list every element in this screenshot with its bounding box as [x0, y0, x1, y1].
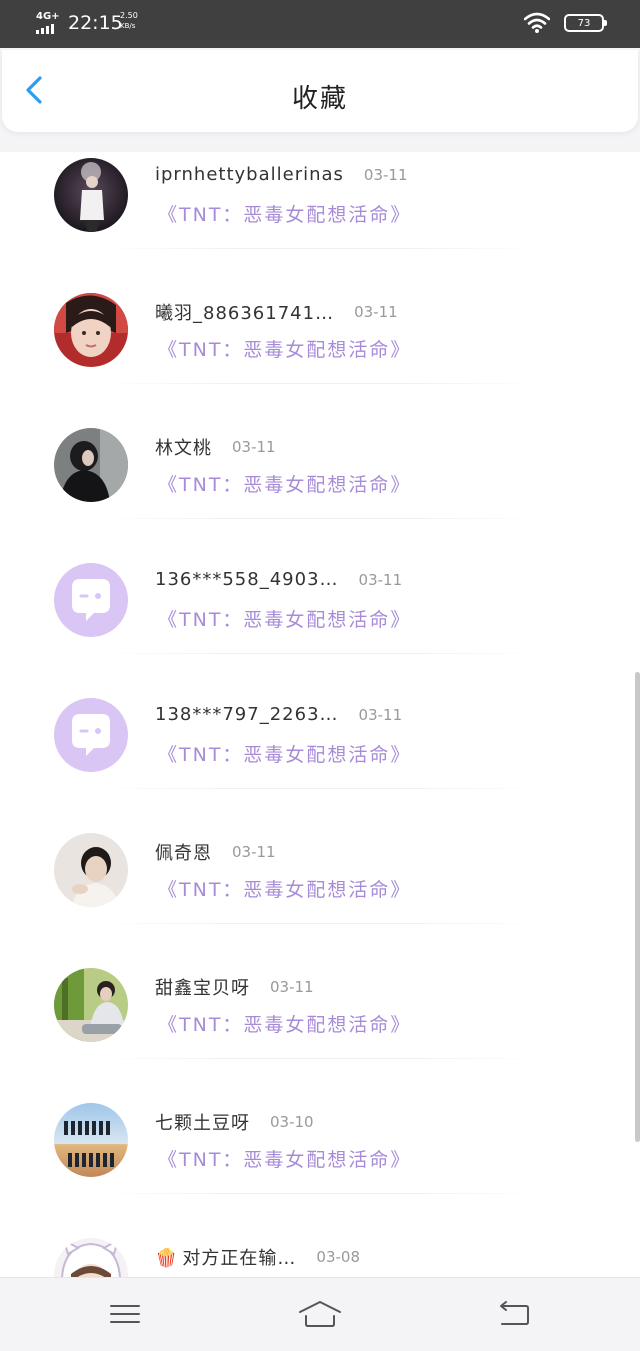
- user-name: 甜鑫宝贝呀: [155, 978, 250, 999]
- avatar: [54, 833, 128, 907]
- scrollbar[interactable]: [635, 672, 640, 1142]
- user-name: iprnhettyballerinas: [155, 164, 344, 185]
- item-header: 佩奇恩 03-11: [155, 839, 276, 865]
- book-title[interactable]: 《TNT：恶毒女配想活命》: [158, 200, 411, 227]
- item-date: 03-11: [358, 705, 403, 724]
- user-name-text: 对方正在输…: [182, 1248, 297, 1269]
- item-date: 03-11: [232, 438, 276, 456]
- avatar: [54, 293, 128, 367]
- item-header: 林文桃 03-11: [155, 434, 276, 460]
- item-header: 曦羽_886361741… 03-11: [155, 299, 398, 325]
- item-date: 03-08: [316, 1248, 361, 1266]
- divider: [100, 248, 540, 249]
- clock: 22:15: [68, 12, 123, 34]
- divider: [100, 653, 540, 654]
- item-header: 🍿 对方正在输… 03-08: [155, 1244, 360, 1270]
- system-nav-bar: [0, 1277, 640, 1351]
- list-item[interactable]: iprnhettyballerinas 03-11 《TNT：恶毒女配想活命》: [0, 152, 640, 287]
- divider: [100, 1058, 540, 1059]
- book-title[interactable]: 《TNT：恶毒女配想活命》: [158, 1010, 411, 1037]
- user-name: 🍿 对方正在输…: [155, 1244, 296, 1270]
- user-name: 曦羽_886361741…: [155, 303, 335, 324]
- item-header: iprnhettyballerinas 03-11: [155, 164, 408, 185]
- item-date: 03-11: [232, 843, 276, 861]
- avatar: [54, 428, 128, 502]
- page-title: 收藏: [291, 84, 348, 114]
- home-icon[interactable]: [298, 1298, 342, 1330]
- item-date: 03-11: [270, 978, 314, 996]
- signal-icon: [36, 24, 54, 34]
- divider: [100, 923, 540, 924]
- divider: [100, 518, 540, 519]
- user-name: 林文桃: [155, 438, 212, 459]
- list-item[interactable]: 林文桃 03-11 《TNT：恶毒女配想活命》: [0, 422, 640, 557]
- list-item[interactable]: 佩奇恩 03-11 《TNT：恶毒女配想活命》: [0, 827, 640, 962]
- header-bar: 收藏: [2, 50, 638, 132]
- item-date: 03-10: [270, 1113, 314, 1131]
- user-name: 佩奇恩: [155, 843, 212, 864]
- favorites-list[interactable]: iprnhettyballerinas 03-11 《TNT：恶毒女配想活命》 …: [0, 152, 640, 1277]
- list-item[interactable]: 甜鑫宝贝呀 03-11 《TNT：恶毒女配想活命》: [0, 962, 640, 1097]
- avatar: [54, 158, 128, 232]
- avatar: [54, 1103, 128, 1177]
- item-date: 03-11: [354, 303, 398, 321]
- list-item[interactable]: 七颗土豆呀 03-10 《TNT：恶毒女配想活命》: [0, 1097, 640, 1232]
- book-title[interactable]: 《TNT：恶毒女配想活命》: [158, 875, 411, 902]
- popcorn-icon: 🍿: [155, 1248, 179, 1269]
- divider: [100, 788, 540, 789]
- book-title[interactable]: 《TNT：恶毒女配想活命》: [158, 605, 411, 632]
- menu-icon[interactable]: [105, 1298, 145, 1330]
- item-header: 138***797_2263… 03-11: [155, 704, 402, 725]
- back-icon[interactable]: [494, 1298, 534, 1330]
- item-header: 甜鑫宝贝呀 03-11: [155, 974, 314, 1000]
- list-item[interactable]: 🍿 对方正在输… 03-08: [0, 1232, 640, 1277]
- item-date: 03-11: [363, 165, 408, 184]
- user-name: 136***558_4903…: [155, 569, 339, 590]
- item-header: 七颗土豆呀 03-10: [155, 1109, 314, 1135]
- net-speed-value: 2.50: [120, 11, 138, 20]
- divider: [100, 383, 540, 384]
- net-speed: 2.50 KB/s: [120, 11, 138, 31]
- status-bar: 4G+ 22:15 2.50 KB/s 73: [0, 0, 640, 48]
- book-title[interactable]: 《TNT：恶毒女配想活命》: [158, 335, 411, 362]
- book-title[interactable]: 《TNT：恶毒女配想活命》: [158, 470, 411, 497]
- list-item[interactable]: 136***558_4903… 03-11 《TNT：恶毒女配想活命》: [0, 557, 640, 692]
- book-title[interactable]: 《TNT：恶毒女配想活命》: [158, 1145, 411, 1172]
- book-title[interactable]: 《TNT：恶毒女配想活命》: [158, 740, 411, 767]
- user-name: 七颗土豆呀: [155, 1113, 250, 1134]
- wifi-icon: [524, 12, 550, 33]
- default-chat-icon: [54, 563, 128, 637]
- net-speed-unit: KB/s: [120, 22, 136, 30]
- avatar: [54, 968, 128, 1042]
- default-chat-icon: [54, 698, 128, 772]
- battery-icon: 73: [564, 14, 607, 32]
- battery-level: 73: [577, 17, 591, 29]
- user-name: 138***797_2263…: [155, 704, 339, 725]
- avatar: [54, 1238, 128, 1277]
- divider: [100, 1193, 540, 1194]
- list-item[interactable]: 曦羽_886361741… 03-11 《TNT：恶毒女配想活命》: [0, 287, 640, 422]
- network-type: 4G+: [36, 11, 60, 22]
- status-right: 73: [524, 12, 607, 34]
- list-item[interactable]: 138***797_2263… 03-11 《TNT：恶毒女配想活命》: [0, 692, 640, 827]
- item-date: 03-11: [358, 570, 403, 589]
- item-header: 136***558_4903… 03-11: [155, 569, 402, 590]
